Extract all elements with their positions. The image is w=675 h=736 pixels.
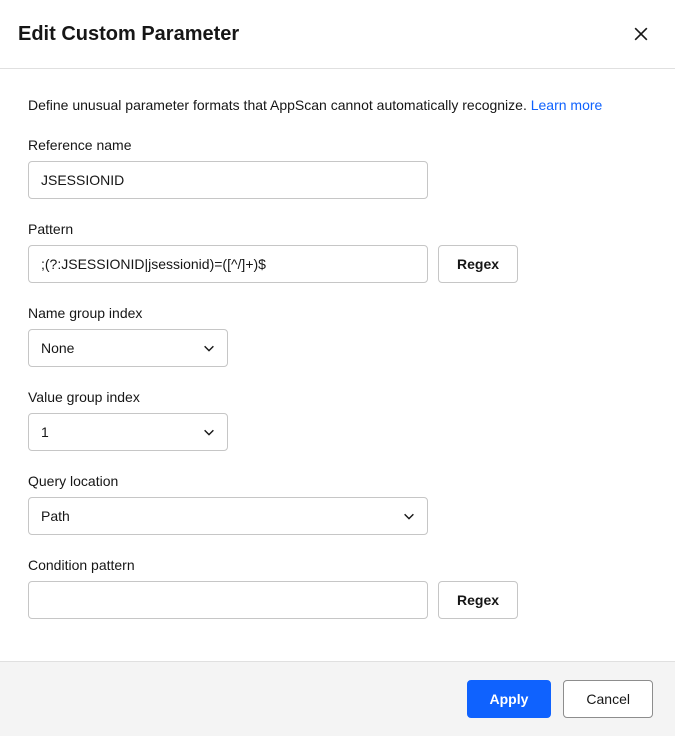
description-body: Define unusual parameter formats that Ap… (28, 97, 531, 113)
dialog-content: Define unusual parameter formats that Ap… (0, 69, 675, 661)
value-group-index-select[interactable]: 1 (28, 413, 228, 451)
description-text: Define unusual parameter formats that Ap… (28, 97, 647, 113)
query-location-field: Query location Path (28, 473, 647, 535)
cancel-button[interactable]: Cancel (563, 680, 653, 718)
query-location-select[interactable]: Path (28, 497, 428, 535)
close-button[interactable] (625, 18, 657, 50)
edit-custom-parameter-dialog: Edit Custom Parameter Define unusual par… (0, 0, 675, 736)
value-group-index-select-wrapper: 1 (28, 413, 228, 451)
pattern-label: Pattern (28, 221, 647, 237)
condition-pattern-field: Condition pattern Regex (28, 557, 647, 619)
reference-name-field: Reference name (28, 137, 647, 199)
name-group-index-select-wrapper: None (28, 329, 228, 367)
reference-name-input[interactable] (28, 161, 428, 199)
condition-pattern-input[interactable] (28, 581, 428, 619)
query-location-label: Query location (28, 473, 647, 489)
pattern-field: Pattern Regex (28, 221, 647, 283)
condition-pattern-label: Condition pattern (28, 557, 647, 573)
dialog-footer: Apply Cancel (0, 661, 675, 736)
name-group-index-label: Name group index (28, 305, 647, 321)
value-group-index-field: Value group index 1 (28, 389, 647, 451)
close-icon (631, 24, 651, 44)
apply-button[interactable]: Apply (467, 680, 552, 718)
reference-name-label: Reference name (28, 137, 647, 153)
name-group-index-field: Name group index None (28, 305, 647, 367)
dialog-title: Edit Custom Parameter (18, 23, 239, 46)
query-location-select-wrapper: Path (28, 497, 428, 535)
condition-pattern-row: Regex (28, 581, 647, 619)
pattern-input[interactable] (28, 245, 428, 283)
condition-pattern-regex-button[interactable]: Regex (438, 581, 518, 619)
name-group-index-select[interactable]: None (28, 329, 228, 367)
value-group-index-label: Value group index (28, 389, 647, 405)
learn-more-link[interactable]: Learn more (531, 97, 603, 113)
pattern-regex-button[interactable]: Regex (438, 245, 518, 283)
dialog-header: Edit Custom Parameter (0, 0, 675, 69)
pattern-row: Regex (28, 245, 647, 283)
